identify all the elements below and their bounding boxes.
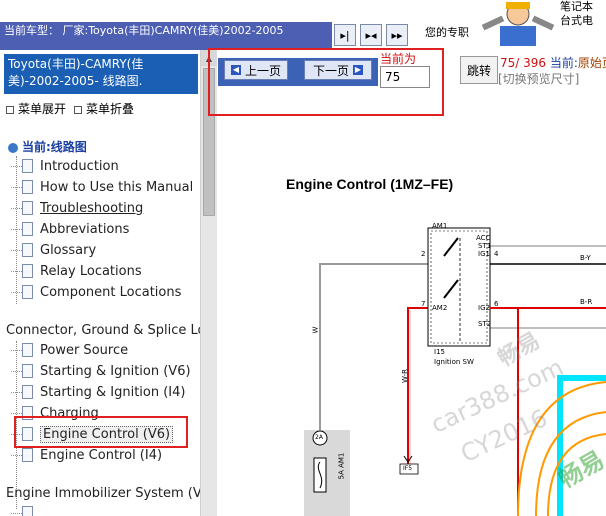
ad-text-line2: 台式电 (560, 14, 593, 27)
pin-6: 6 (494, 300, 499, 308)
tree-item-engine-control-i4[interactable]: Engine Control (I4) (11, 446, 163, 464)
tree-item-abbreviations[interactable]: Abbreviations (11, 220, 130, 238)
collapse-menu-button[interactable]: 菜单折叠 (74, 100, 134, 117)
tree-item-label: Relay Locations (40, 263, 142, 279)
last-page-icon[interactable]: ▸▸ (386, 24, 408, 46)
pin-am2: AM2 (432, 304, 448, 312)
fuse-label: 5A AM1 (337, 452, 346, 480)
tree-item-power-source[interactable]: Power Source (11, 341, 129, 359)
tree-item-label: Starting & Ignition (I4) (40, 384, 186, 400)
globe-icon (8, 142, 18, 153)
page-icon (11, 364, 33, 378)
page-current: 75 (500, 56, 516, 70)
pin-7: 7 (421, 300, 426, 308)
tree-item-label: Introduction (40, 158, 119, 174)
tree-item-label: Abbreviations (40, 221, 130, 237)
left-navigation-panel: Toyota(丰田)-CAMRY(佳美)-2002-2005- 线路图. 菜单展… (0, 50, 200, 516)
page-icon (11, 385, 33, 399)
car-type-text: 当前车型： 厂家:Toyota(丰田)CAMRY(佳美)2002-2005 (4, 24, 284, 37)
model-title: Toyota(丰田)-CAMRY(佳美)-2002-2005- 线路图. (4, 54, 198, 94)
pin-4: 4 (494, 250, 499, 258)
wire-w (319, 263, 428, 430)
pin-am1: AM1 (432, 222, 448, 230)
switch-name: I15 (434, 348, 445, 356)
mascot-icon (481, 2, 555, 46)
page-info: 75/ 396 当前:原始页 (500, 54, 606, 71)
tree-item-troubleshooting[interactable]: Troubleshooting (11, 199, 144, 217)
tree-item-immobilizer-page[interactable] (11, 504, 40, 516)
tree-group-connector[interactable]: Connector, Ground & Splice Lo (6, 323, 200, 338)
expand-label: 菜单展开 (18, 102, 67, 116)
tree-item-starting-v6[interactable]: Starting & Ignition (V6) (11, 362, 191, 380)
wire-label-w: W (311, 326, 320, 334)
expand-menu-button[interactable]: 菜单展开 (6, 100, 66, 117)
jump-button[interactable]: 跳转 (460, 56, 498, 84)
collapse-icon (74, 105, 83, 114)
wire-label-wr: W-R (401, 368, 410, 384)
tree-item-how-to-use[interactable]: How to Use this Manual (11, 178, 194, 196)
page-icon (11, 201, 33, 215)
highlight-box-engine-control (14, 416, 188, 448)
tree-item-component-locations[interactable]: Component Locations (11, 283, 182, 301)
top-bar: 当前车型： 厂家:Toyota(丰田)CAMRY(佳美)2002-2005 ▸|… (0, 0, 606, 50)
page-icon (11, 285, 33, 299)
next-page-icon[interactable]: ▸| (334, 24, 356, 46)
current-prefix: 当前: (549, 56, 578, 70)
wire-label-br: B-R (580, 298, 593, 306)
pin-acc: ACC (476, 234, 491, 242)
tree-item-label: Component Locations (40, 284, 182, 300)
page-icon (11, 159, 33, 173)
tree-root[interactable]: 当前:线路图 (8, 138, 87, 155)
highlight-box-toolbar (208, 48, 444, 116)
fit-page-icon[interactable]: ▸◂ (360, 24, 382, 46)
page-icon (11, 243, 33, 257)
tree-group-immobilizer[interactable]: Engine Immobilizer System (V6) (6, 486, 200, 501)
current-page-name[interactable]: 原始页 (578, 56, 606, 70)
wire-label-by: B-Y (580, 254, 591, 262)
tree-item-relay-locations[interactable]: Relay Locations (11, 262, 142, 280)
wiring-diagram-view: Engine Control (1MZ–FE) AM1 AM2 ACC IG1 … (218, 120, 606, 516)
tree-item-label: How to Use this Manual (40, 179, 194, 195)
connector-if5-label: IF5 (403, 465, 413, 472)
switch-label: Ignition SW (434, 358, 474, 366)
page-total: 396 (523, 56, 547, 70)
ad-text-line1: 笔记本 (560, 0, 593, 13)
tree-item-label: Starting & Ignition (V6) (40, 363, 191, 379)
page-icon (11, 343, 33, 357)
expand-icon (6, 105, 14, 114)
tree-item-glossary[interactable]: Glossary (11, 241, 97, 259)
fuse-connector-label: 2A (315, 434, 323, 441)
nav-icon-group: ▸| ▸◂ ▸▸ (334, 24, 408, 46)
collapse-label: 菜单折叠 (86, 102, 135, 116)
pin-st2: ST2 (478, 320, 492, 328)
page-icon (11, 222, 33, 236)
pro-text: 您的专职 (425, 26, 469, 39)
page-icon (11, 506, 33, 516)
tree-item-label: Glossary (40, 242, 97, 258)
page-icon (11, 180, 33, 194)
pin-st1: ST1 (478, 242, 492, 250)
menu-toggle-row: 菜单展开 菜单折叠 (6, 100, 134, 117)
tree-item-label: Power Source (40, 342, 129, 358)
pin-2: 2 (421, 250, 426, 258)
tree-item-label: Engine Control (I4) (40, 447, 163, 463)
tree-item-label: Troubleshooting (40, 200, 144, 216)
pin-ig2: IG2 (478, 304, 490, 312)
tree-root-label: 当前:线路图 (22, 140, 87, 154)
preview-size-link[interactable]: [切换预览尺寸] (498, 70, 579, 87)
left-panel-scrollbar[interactable]: ▲ (200, 50, 217, 516)
ad-text[interactable]: 笔记本 台式电 (560, 0, 593, 28)
tree-item-starting-i4[interactable]: Starting & Ignition (I4) (11, 383, 186, 401)
page-icon (11, 448, 33, 462)
wire-wr (407, 307, 428, 472)
pin-ig1: IG1 (478, 250, 490, 258)
page-icon (11, 264, 33, 278)
tree-item-introduction[interactable]: Introduction (11, 157, 119, 175)
wiring-diagram (304, 227, 606, 516)
